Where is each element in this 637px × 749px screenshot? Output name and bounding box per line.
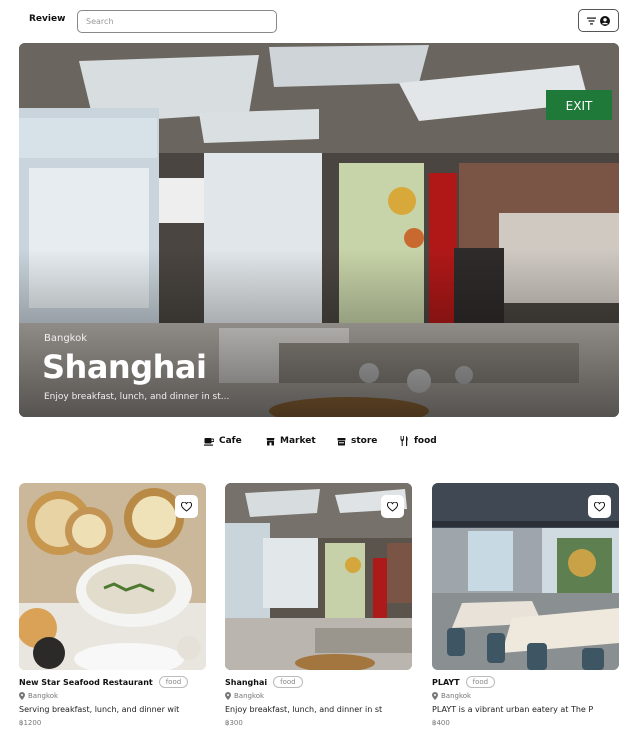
hero-title: Shanghai	[42, 348, 207, 386]
category-label: Market	[280, 436, 316, 446]
category-label: Cafe	[219, 436, 242, 446]
brand-logo[interactable]: Review	[29, 14, 65, 24]
category-cafe[interactable]: Cafe	[204, 436, 242, 446]
category-bar: Cafe Market store food	[0, 436, 637, 450]
place-card[interactable]: Shanghai food Bangkok Enjoy breakfast, l…	[225, 483, 412, 727]
favorite-button[interactable]	[175, 495, 198, 518]
category-store[interactable]: store	[337, 436, 377, 446]
search-input[interactable]	[77, 10, 277, 33]
user-menu-button[interactable]	[578, 9, 619, 32]
store-icon	[337, 437, 346, 445]
hero-banner[interactable]: EXIT Bangkok Shanghai Enjoy breakfast, l…	[19, 43, 619, 417]
category-label: food	[414, 436, 437, 446]
card-location: Bangkok	[225, 692, 264, 700]
favorite-button[interactable]	[381, 495, 404, 518]
top-bar: Review	[0, 0, 637, 42]
card-tag: food	[158, 676, 189, 688]
map-pin-icon	[225, 692, 231, 700]
user-icon	[600, 15, 610, 26]
market-icon	[266, 437, 275, 445]
card-title: PLAYT	[432, 677, 460, 687]
card-title: New Star Seafood Restaurant	[19, 677, 153, 687]
card-title-row: New Star Seafood Restaurant food	[19, 676, 189, 688]
card-location-label: Bangkok	[441, 692, 472, 700]
favorite-button[interactable]	[588, 495, 611, 518]
category-label: store	[351, 436, 378, 446]
category-market[interactable]: Market	[266, 436, 316, 446]
card-description: Enjoy breakfast, lunch, and dinner in st	[225, 705, 383, 714]
category-food[interactable]: food	[400, 436, 437, 446]
heart-icon	[387, 501, 398, 512]
heart-icon	[181, 501, 192, 512]
map-pin-icon	[19, 692, 25, 700]
card-title: Shanghai	[225, 677, 268, 687]
map-pin-icon	[432, 692, 438, 700]
card-description: PLAYT is a vibrant urban eatery at The P	[432, 705, 594, 714]
card-description: Serving breakfast, lunch, and dinner wit	[19, 705, 180, 714]
card-location: Bangkok	[19, 692, 58, 700]
card-location-label: Bangkok	[234, 692, 265, 700]
hero-subtitle: Enjoy breakfast, lunch, and dinner in st…	[44, 392, 230, 402]
heart-icon	[594, 501, 605, 512]
coffee-cup-icon	[204, 437, 214, 446]
menu-icon	[587, 17, 596, 24]
card-location: Bangkok	[432, 692, 471, 700]
card-image[interactable]	[432, 483, 619, 670]
card-price: ฿400	[432, 719, 450, 727]
fork-knife-icon	[400, 436, 408, 446]
card-tag: food	[273, 676, 303, 688]
place-card[interactable]: New Star Seafood Restaurant food Bangkok…	[19, 483, 206, 727]
card-title-row: PLAYT food	[432, 676, 496, 688]
hero-city-label: Bangkok	[44, 333, 88, 344]
card-location-label: Bangkok	[28, 692, 59, 700]
place-card[interactable]: PLAYT food Bangkok PLAYT is a vibrant ur…	[432, 483, 619, 727]
card-price: ฿300	[225, 719, 243, 727]
card-image[interactable]	[19, 483, 206, 670]
card-title-row: Shanghai food	[225, 676, 303, 688]
card-image[interactable]	[225, 483, 412, 670]
card-price: ฿1200	[19, 719, 42, 727]
card-tag: food	[465, 676, 496, 688]
